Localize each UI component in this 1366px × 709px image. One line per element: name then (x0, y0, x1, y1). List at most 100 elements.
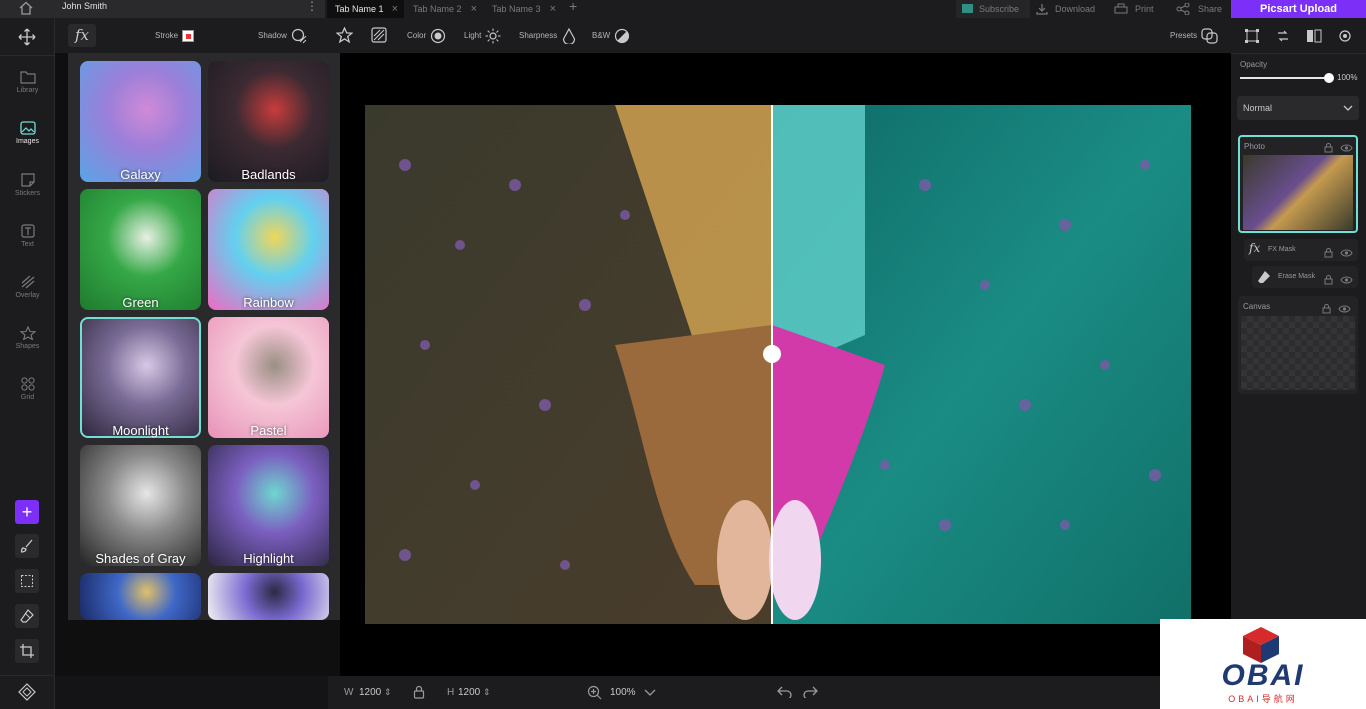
add-button[interactable]: + (15, 500, 39, 524)
rail-item-library[interactable]: Library (0, 70, 55, 94)
sharpness-tool[interactable]: Sharpness (519, 18, 577, 53)
rail-item-stickers[interactable]: Stickers (0, 173, 55, 197)
adjust-icon[interactable] (1337, 28, 1353, 44)
effect-thumb-galaxy[interactable]: Galaxy (80, 61, 201, 182)
close-tab-1-icon[interactable]: × (392, 0, 398, 18)
transform-icon[interactable] (1244, 28, 1260, 44)
overlay-icon (21, 275, 34, 289)
flip-icon[interactable] (1306, 28, 1322, 44)
contrast-icon (615, 28, 630, 43)
layer-canvas[interactable]: Canvas (1238, 296, 1358, 394)
height-value[interactable]: 1200 (458, 676, 480, 709)
download-icon (1036, 4, 1048, 15)
texture-icon[interactable] (371, 27, 387, 48)
right-divider (1231, 53, 1366, 54)
lock-icon[interactable] (1324, 272, 1333, 290)
effect-label: Rainbow (243, 295, 294, 310)
rail-item-grid[interactable]: Grid (0, 377, 55, 401)
effect-thumb-green[interactable]: Green (80, 189, 201, 310)
width-value[interactable]: 1200 (359, 676, 381, 709)
width-stepper-icon[interactable]: ⇕ (384, 676, 392, 709)
aspect-lock-icon[interactable] (413, 685, 425, 699)
shadow-icon (291, 28, 307, 43)
stroke-label: Stroke (155, 31, 179, 40)
sticker-icon (20, 173, 35, 187)
opacity-label: Opacity (1240, 60, 1268, 69)
rail-item-images[interactable]: Images (0, 121, 55, 145)
light-label: Light (464, 31, 482, 40)
effect-thumb-highlight[interactable]: Highlight (208, 445, 329, 566)
print-button[interactable]: Print (1106, 0, 1166, 18)
close-tab-2-icon[interactable]: × (471, 0, 477, 18)
photo-preview[interactable] (365, 105, 1191, 624)
eraser-icon (20, 609, 34, 623)
presets-tool[interactable]: Presets (1170, 18, 1219, 53)
layers-diamond-icon[interactable] (18, 683, 36, 706)
effect-thumb-pastel[interactable]: Pastel (208, 317, 329, 438)
opacity-slider-knob[interactable] (1324, 73, 1334, 83)
effect-label: Shades of Gray (95, 551, 186, 566)
crop-tool[interactable] (15, 639, 39, 663)
effect-thumb-shades-of-gray[interactable]: Shades of Gray (80, 445, 201, 566)
eraser-tool[interactable] (15, 604, 39, 628)
top-bar: John Smith ⋮ Tab Name 1 × Tab Name 2 × T… (0, 0, 1366, 18)
bw-tool[interactable]: B&W (592, 18, 630, 53)
lock-icon[interactable] (1324, 245, 1333, 263)
top-bar-left (0, 0, 325, 18)
rail-item-text[interactable]: Text (0, 224, 55, 248)
light-tool[interactable]: Light (464, 18, 501, 53)
subscribe-label: Subscribe (979, 4, 1020, 14)
opacity-slider[interactable] (1240, 77, 1330, 79)
stroke-tool[interactable]: Stroke (155, 18, 195, 53)
zoom-chevron-down-icon[interactable] (644, 689, 656, 697)
download-button[interactable]: Download (1030, 0, 1106, 18)
effect-thumb-badlands[interactable]: Badlands (208, 61, 329, 182)
brush-tool[interactable] (15, 534, 39, 558)
layer-erase-mask[interactable]: Erase Mask (1252, 266, 1358, 288)
undo-icon[interactable] (777, 686, 792, 698)
tab-3[interactable]: Tab Name 3 × (484, 0, 562, 18)
share-button[interactable]: Share (1166, 0, 1231, 18)
add-tab-icon[interactable]: + (569, 0, 577, 14)
effect-thumb-item-9[interactable] (208, 573, 329, 620)
picsart-upload-button[interactable]: Picsart Upload (1231, 0, 1366, 18)
eraser-icon (1257, 270, 1271, 289)
zoom-value[interactable]: 100% (610, 676, 636, 709)
eye-icon[interactable] (1340, 245, 1353, 263)
tab-2[interactable]: Tab Name 2 × (405, 0, 483, 18)
plus-icon: + (21, 502, 33, 522)
user-name[interactable]: John Smith (62, 0, 107, 12)
effect-label: Pastel (250, 423, 287, 438)
effect-thumb-rainbow[interactable]: Rainbow (208, 189, 329, 310)
rail-item-shapes[interactable]: Shapes (0, 326, 55, 350)
image-icon (19, 121, 36, 135)
folder-icon (19, 71, 36, 84)
layer-fx-mask[interactable]: fx FX Mask (1244, 239, 1358, 261)
more-menu-icon[interactable]: ⋮ (306, 0, 318, 13)
effect-label: Badlands (241, 167, 296, 182)
bw-label: B&W (592, 31, 611, 40)
redo-icon[interactable] (803, 686, 818, 698)
select-tool[interactable] (15, 569, 39, 593)
height-stepper-icon[interactable]: ⇕ (483, 676, 491, 709)
shadow-tool[interactable]: Shadow (258, 18, 307, 53)
subscribe-button[interactable]: Subscribe (956, 0, 1030, 18)
move-icon[interactable] (18, 28, 36, 51)
share-label: Share (1198, 4, 1223, 14)
fx-button[interactable]: fx (68, 24, 96, 47)
rail-divider (0, 55, 55, 56)
opacity-value: 100% (1337, 73, 1358, 82)
eye-icon[interactable] (1340, 272, 1353, 290)
color-tool[interactable]: Color (407, 18, 446, 53)
effect-thumb-moonlight[interactable]: Moonlight (80, 317, 201, 438)
blend-mode-select[interactable]: Normal (1237, 96, 1359, 120)
shadow-label: Shadow (258, 31, 287, 40)
replace-icon[interactable] (1275, 28, 1291, 44)
effect-thumb-item-8[interactable] (80, 573, 201, 620)
tab-1[interactable]: Tab Name 1 × (327, 0, 404, 18)
zoom-in-icon[interactable] (587, 685, 602, 700)
close-tab-3-icon[interactable]: × (550, 0, 556, 18)
favorite-star-icon[interactable] (335, 26, 354, 49)
layer-photo[interactable]: Photo (1238, 135, 1358, 233)
rail-item-overlay[interactable]: Overlay (0, 275, 55, 299)
